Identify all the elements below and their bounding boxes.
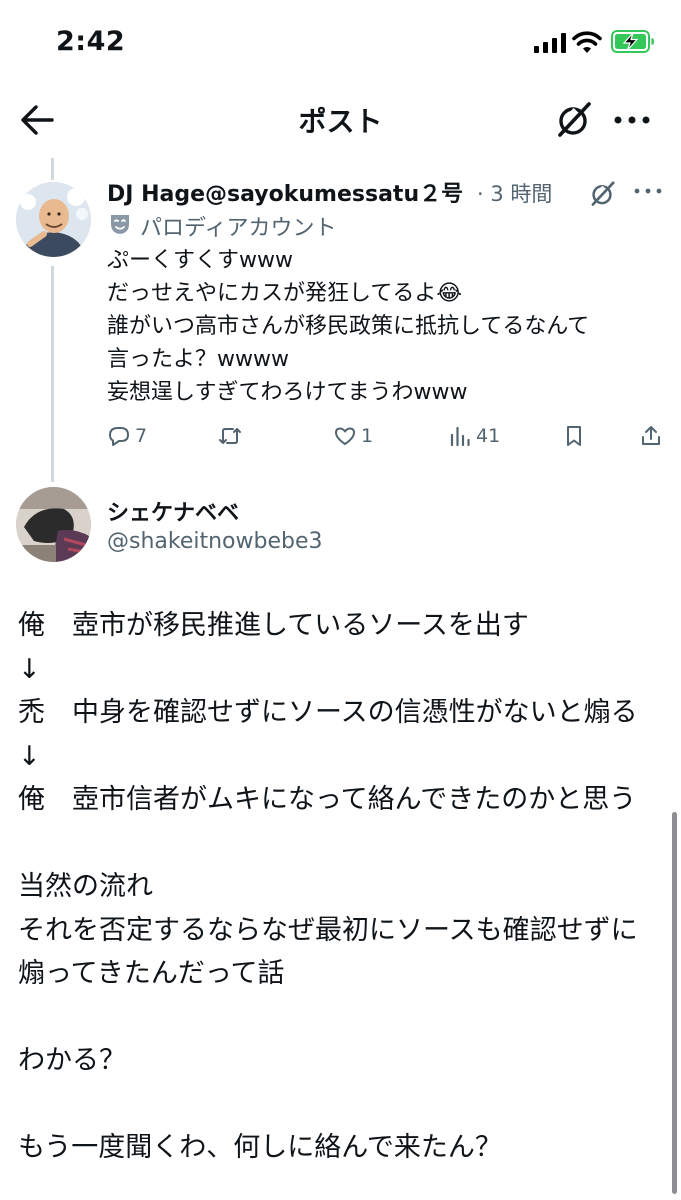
parody-account-label: パロディアカウント bbox=[140, 216, 337, 241]
views-button[interactable]: 41 bbox=[448, 420, 500, 452]
more-icon[interactable] bbox=[612, 110, 652, 130]
avatar-image bbox=[16, 487, 91, 562]
more-icon[interactable] bbox=[633, 184, 663, 198]
views-count: 41 bbox=[476, 425, 501, 447]
grok-icon[interactable] bbox=[588, 180, 616, 208]
views-icon bbox=[450, 426, 470, 447]
tweet-actions: 7 1 41 bbox=[0, 420, 681, 452]
avatar[interactable] bbox=[16, 487, 91, 562]
tweet-timestamp[interactable]: · 3 時間 bbox=[477, 178, 552, 208]
tweet-display-name[interactable]: DJ Hage@sayokumessatu２号 bbox=[107, 176, 463, 208]
reply-button[interactable]: 7 bbox=[107, 420, 147, 452]
grok-icon[interactable] bbox=[553, 100, 593, 140]
like-button[interactable]: 1 bbox=[333, 420, 373, 452]
tweet-handle[interactable]: @shakeitnowbebe3 bbox=[107, 529, 323, 554]
share-button[interactable] bbox=[639, 420, 667, 452]
avatar-image bbox=[16, 182, 91, 257]
avatar[interactable] bbox=[16, 182, 91, 257]
scrollbar[interactable] bbox=[672, 812, 677, 1194]
like-icon bbox=[335, 427, 355, 445]
like-count: 1 bbox=[361, 425, 374, 447]
reply-count: 7 bbox=[135, 425, 148, 447]
reply-icon bbox=[109, 427, 129, 446]
wifi-icon bbox=[572, 31, 602, 53]
tweet-display-name[interactable]: シェケナベベ bbox=[107, 495, 239, 527]
retweet-button[interactable] bbox=[218, 420, 246, 452]
status-time: 2:42 bbox=[56, 26, 126, 57]
tweet-text: ぷーくすくすwww だっせえやにカスが発狂してるよ😂 誰がいつ高市さんが移民政策… bbox=[107, 248, 590, 405]
tweet-text: 俺 壺市が移民推進しているソースを出す ↓ 禿 中身を確認せずにソースの信憑性が… bbox=[18, 610, 638, 1163]
share-icon bbox=[642, 426, 660, 445]
thread-line bbox=[51, 158, 54, 180]
cellular-signal-icon bbox=[534, 33, 566, 53]
battery-charging-icon bbox=[611, 30, 654, 53]
bookmark-button[interactable] bbox=[562, 420, 590, 452]
retweet-icon bbox=[219, 428, 241, 444]
parody-mask-icon bbox=[111, 215, 129, 234]
bookmark-icon bbox=[567, 426, 581, 446]
